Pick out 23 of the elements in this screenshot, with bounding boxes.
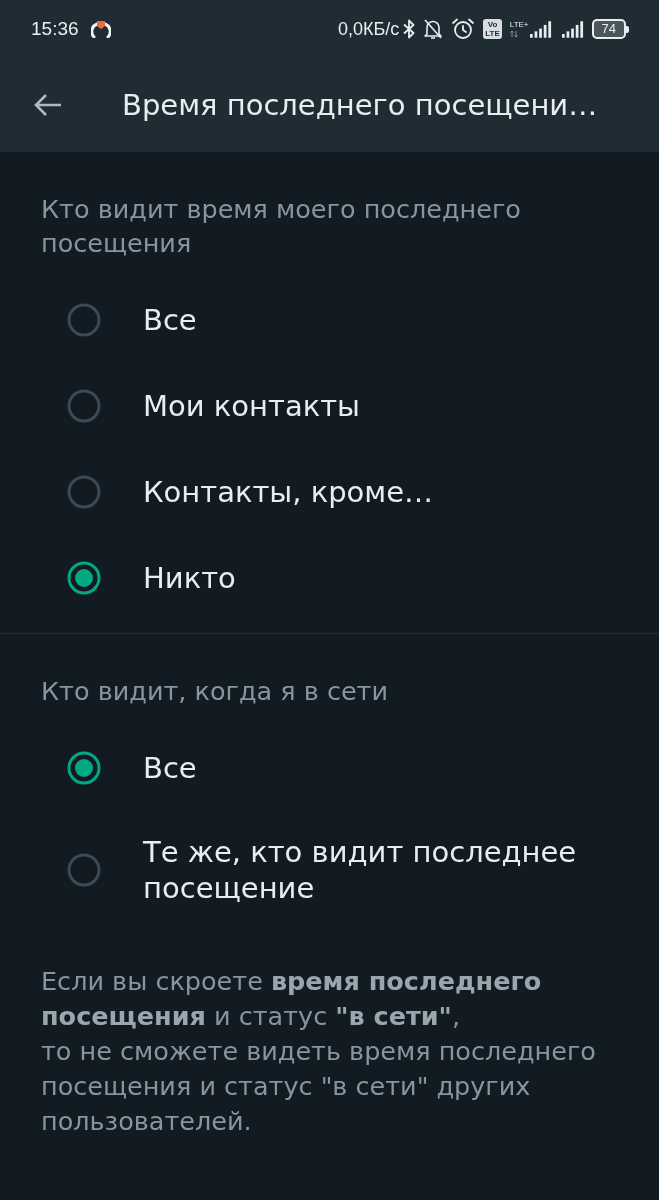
radio-option[interactable]: Все [0, 277, 659, 363]
network-type-label: LTE+ [509, 20, 529, 29]
section-header: Кто видит время моего последнего посещения [40, 193, 522, 260]
radio-option[interactable]: Все [0, 725, 659, 811]
alarm-clock-icon [451, 17, 476, 41]
privacy-note: Если вы скроете время последнего посещения и статус "в сети", то не сможете видеть время последнего посещения и статус "в сети" других пользователей. [40, 965, 597, 1138]
back-arrow-icon [34, 93, 62, 117]
muted-bell-icon [423, 18, 444, 40]
section-header: Кто видит, когда я в сети [40, 675, 389, 708]
network-speed: 0,0КБ/с [337, 18, 400, 40]
volte-badge: Vo LTE [483, 19, 502, 39]
signal-icon [561, 20, 584, 38]
screen-title: Время последнего посещени… [122, 88, 598, 122]
clock-time: 15:36 [31, 18, 79, 40]
bluetooth-icon [403, 19, 416, 39]
radio-option[interactable]: Никто [0, 535, 659, 621]
data-arrows-icon [509, 30, 518, 38]
radio-option[interactable]: Мои контакты [0, 363, 659, 449]
radio-option[interactable]: Те же, кто видит последнее посещение [0, 811, 659, 929]
battery-indicator: 74 [591, 19, 629, 39]
signal-icon [529, 21, 552, 38]
radio-option[interactable]: Контакты, кроме… [0, 449, 659, 535]
app-logo-icon [90, 20, 111, 38]
